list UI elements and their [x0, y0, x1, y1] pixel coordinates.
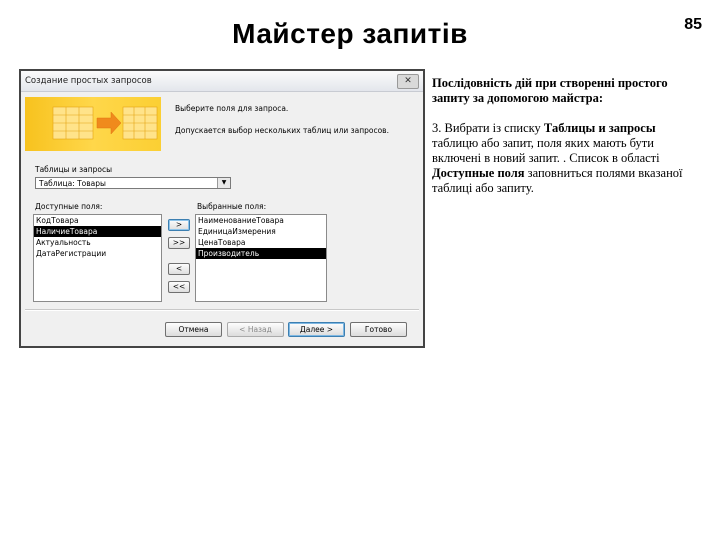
available-fields-list[interactable]: КодТовара НаличиеТовара Актуальность ДатаРе… [33, 214, 162, 302]
hint-multiple-tables: Допускается выбор нескольких таблиц или … [175, 126, 389, 135]
page-number: 85 [684, 16, 702, 33]
step-term-available-fields: Доступные поля [432, 166, 525, 180]
step-term-tables: Таблицы и запросы [543, 121, 656, 135]
slide-title: Майстер запитів [232, 18, 468, 49]
dialog-titlebar: Создание простых запросов ✕ [21, 71, 423, 92]
simple-query-wizard-dialog: Создание простых запросов ✕ Выберите пол… [19, 69, 425, 348]
cancel-button[interactable]: Отмена [165, 322, 222, 337]
list-item[interactable]: ЦенаТовара [196, 237, 326, 248]
tables-combo-value: Таблица: Товары [39, 179, 106, 188]
step-number: 3. Вибрати із списку [432, 121, 544, 135]
list-item[interactable]: Производитель [196, 248, 326, 259]
finish-button[interactable]: Готово [350, 322, 407, 337]
tables-label: Таблицы и запросы [35, 165, 113, 174]
close-icon[interactable]: ✕ [397, 74, 419, 89]
selected-fields-label: Выбранные поля: [197, 202, 267, 211]
wizard-banner-image [25, 97, 161, 151]
move-one-left-button[interactable]: < [168, 263, 190, 275]
list-item[interactable]: ДатаРегистрации [34, 248, 161, 259]
move-all-right-button[interactable]: >> [168, 237, 190, 249]
hint-select-fields: Выберите поля для запроса. [175, 104, 289, 113]
tables-combo[interactable]: Таблица: Товары ▼ [35, 177, 231, 189]
move-all-left-button[interactable]: << [168, 281, 190, 293]
list-item[interactable]: ЕдиницаИзмерения [196, 226, 326, 237]
selected-fields-list[interactable]: НаименованиеТовара ЕдиницаИзмерения ЦенаТо… [195, 214, 327, 302]
dialog-separator [25, 309, 419, 311]
list-item[interactable]: НаличиеТовара [34, 226, 161, 237]
next-button[interactable]: Далее > [288, 322, 345, 337]
step-3-text: 3. Вибрати із списку Таблицы и запросы т… [432, 121, 694, 196]
list-item[interactable]: КодТовара [34, 215, 161, 226]
chevron-down-icon[interactable]: ▼ [217, 178, 230, 188]
list-item[interactable]: НаименованиеТовара [196, 215, 326, 226]
list-item[interactable]: Актуальность [34, 237, 161, 248]
dialog-title: Создание простых запросов [25, 76, 152, 86]
steps-heading: Послідовність дій при створенні простого… [432, 76, 668, 105]
back-button[interactable]: < Назад [227, 322, 284, 337]
wizard-illustration-icon [52, 106, 158, 140]
step-text-1: таблицю або запит, поля яких мають бути … [432, 136, 660, 165]
available-fields-label: Доступные поля: [35, 202, 103, 211]
steps-text-block: Послідовність дій при створенні простого… [432, 76, 694, 196]
move-one-right-button[interactable]: > [168, 219, 190, 231]
